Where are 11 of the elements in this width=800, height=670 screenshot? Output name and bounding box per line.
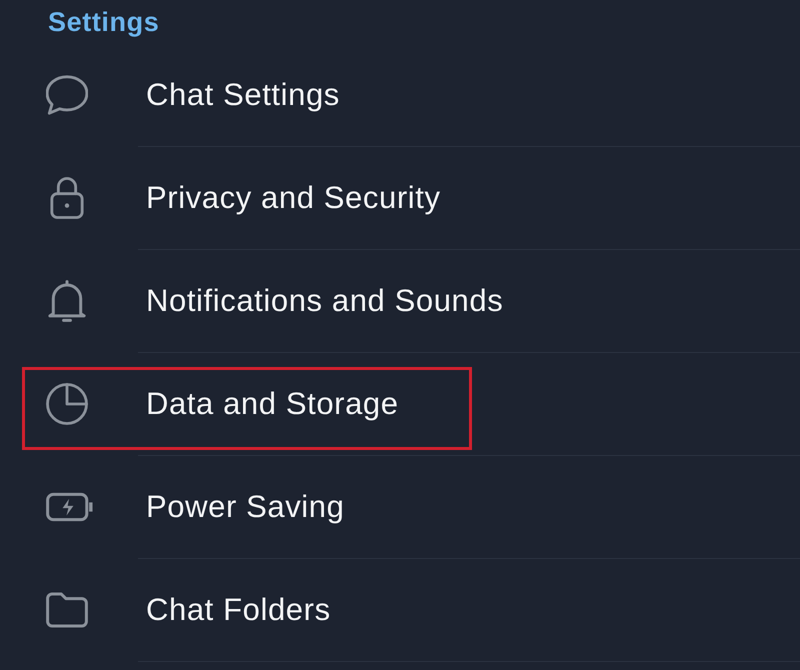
settings-item[interactable]: Privacy and Security — [0, 147, 800, 249]
bell-icon — [46, 280, 88, 322]
battery-icon — [46, 492, 93, 522]
section-title: Settings — [48, 7, 160, 37]
settings-item[interactable]: Power Saving — [0, 456, 800, 558]
chat-bubble-icon — [46, 74, 88, 116]
pie-chart-icon — [46, 383, 88, 425]
settings-item[interactable]: Data and Storage — [0, 353, 800, 455]
settings-item[interactable]: Chat Folders — [0, 559, 800, 661]
settings-item[interactable]: Notifications and Sounds — [0, 250, 800, 352]
settings-item[interactable]: Chat Settings — [0, 44, 800, 146]
